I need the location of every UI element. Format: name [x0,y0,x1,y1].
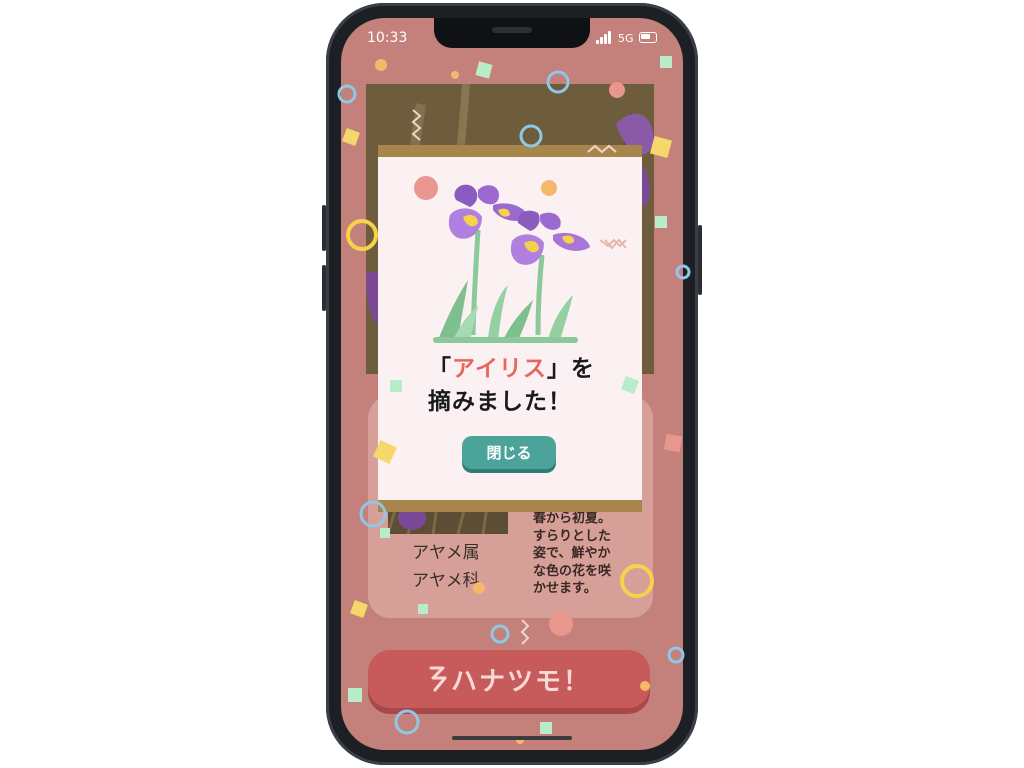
description-line: な色の花を咲 [533,563,612,579]
description-line: 姿で、鮮やか [533,546,611,561]
description-line: すらりとした [533,528,612,544]
genus-label: アヤメ属 [412,543,480,563]
modal-title-line1: 「アイリス」を [428,353,618,386]
hanatsumo-button[interactable]: ハナツモ！ [368,650,650,708]
sparkle-icon [429,666,447,692]
modal-title: 「アイリス」を 摘みました！ [428,353,618,419]
title-suffix: 」を [546,356,595,382]
family-label: アヤメ科 [412,571,480,591]
signal-icon [596,31,614,44]
flower-name: アイリス [452,356,547,382]
speaker [492,27,532,33]
home-indicator [452,736,572,740]
notch [434,18,590,48]
power-button [698,225,702,295]
plant-description: 春から初夏。 すらりとした 姿で、鮮やか な色の花を咲 かせます。 [533,510,645,598]
status-time: 10:33 [367,30,408,46]
battery-icon [639,32,657,43]
modal-title-line2: 摘みました！ [428,389,572,415]
cta-label: ハナツモ！ [450,666,591,697]
network-type: 5G [618,32,634,45]
description-line: 春から初夏。 [533,511,612,526]
picked-flower-modal: 「アイリス」を 摘みました！ 閉じる [378,145,642,512]
volume-down-button [322,265,326,311]
volume-up-button [322,205,326,251]
description-line: かせます。 [533,581,597,596]
close-button[interactable]: 閉じる [462,436,556,469]
title-prefix: 「 [428,356,452,382]
